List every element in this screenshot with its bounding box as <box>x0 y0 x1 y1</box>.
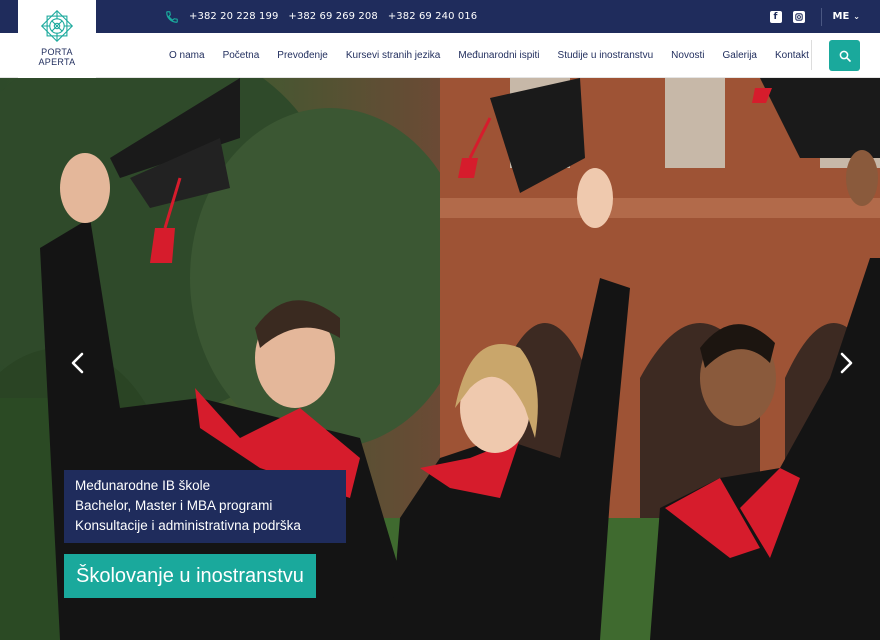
hero-caption: Međunarodne IB škole Bachelor, Master i … <box>64 470 346 543</box>
chevron-right-icon <box>840 352 853 374</box>
search-icon <box>839 50 851 62</box>
caption-line-2: Bachelor, Master i MBA programi <box>75 498 273 513</box>
caption-line-1: Međunarodne IB škole <box>75 478 211 493</box>
caption-line-3: Konsultacije i administrativna podrška <box>75 518 301 533</box>
hero-slider: Međunarodne IB škole Bachelor, Master i … <box>0 78 880 640</box>
phone-number-2[interactable]: +382 69 269 208 <box>288 11 377 22</box>
chevron-left-icon <box>71 352 84 374</box>
nav-item-galerija[interactable]: Galerija <box>714 50 766 61</box>
hero-cta-button[interactable]: Školovanje u inostranstvu <box>64 554 316 598</box>
nav-menu: O nama Početna Prevođenje Kursevi strani… <box>160 33 818 78</box>
main-navigation: O nama Početna Prevođenje Kursevi strani… <box>0 33 880 78</box>
phone-list: +382 20 228 199 +382 69 269 208 +382 69 … <box>165 0 477 33</box>
nav-item-prevodenje[interactable]: Prevođenje <box>268 50 337 61</box>
nav-item-studije[interactable]: Studije u inostranstvu <box>549 50 663 61</box>
logo-emblem-icon <box>40 9 74 43</box>
nav-divider <box>811 40 812 70</box>
phone-number-1[interactable]: +382 20 228 199 <box>189 11 278 22</box>
hero-cta-label: Školovanje u inostranstvu <box>76 564 304 587</box>
slider-prev-button[interactable] <box>65 348 89 378</box>
nav-item-kursevi[interactable]: Kursevi stranih jezika <box>337 50 449 61</box>
nav-item-ispiti[interactable]: Međunarodni ispiti <box>449 50 548 61</box>
nav-item-pocetna[interactable]: Početna <box>214 50 269 61</box>
nav-item-o-nama[interactable]: O nama <box>160 50 214 61</box>
instagram-icon[interactable] <box>792 10 805 23</box>
nav-item-novosti[interactable]: Novosti <box>662 50 713 61</box>
language-label: ME <box>832 11 850 22</box>
divider <box>820 7 822 26</box>
logo-line-1: PORTA <box>41 47 73 57</box>
facebook-icon[interactable]: f <box>769 10 782 23</box>
logo-text: PORTA APERTA <box>39 47 76 67</box>
logo[interactable]: PORTA APERTA <box>18 0 96 78</box>
social-links: f ME ⌄ <box>769 0 880 33</box>
top-bar: +382 20 228 199 +382 69 269 208 +382 69 … <box>0 0 880 33</box>
search-button[interactable] <box>829 40 860 71</box>
chevron-down-icon: ⌄ <box>853 12 860 21</box>
phone-icon <box>166 10 178 23</box>
slider-next-button[interactable] <box>835 348 859 378</box>
logo-line-2: APERTA <box>38 57 76 67</box>
phone-number-3[interactable]: +382 69 240 016 <box>388 11 477 22</box>
language-selector[interactable]: ME ⌄ <box>833 11 861 22</box>
